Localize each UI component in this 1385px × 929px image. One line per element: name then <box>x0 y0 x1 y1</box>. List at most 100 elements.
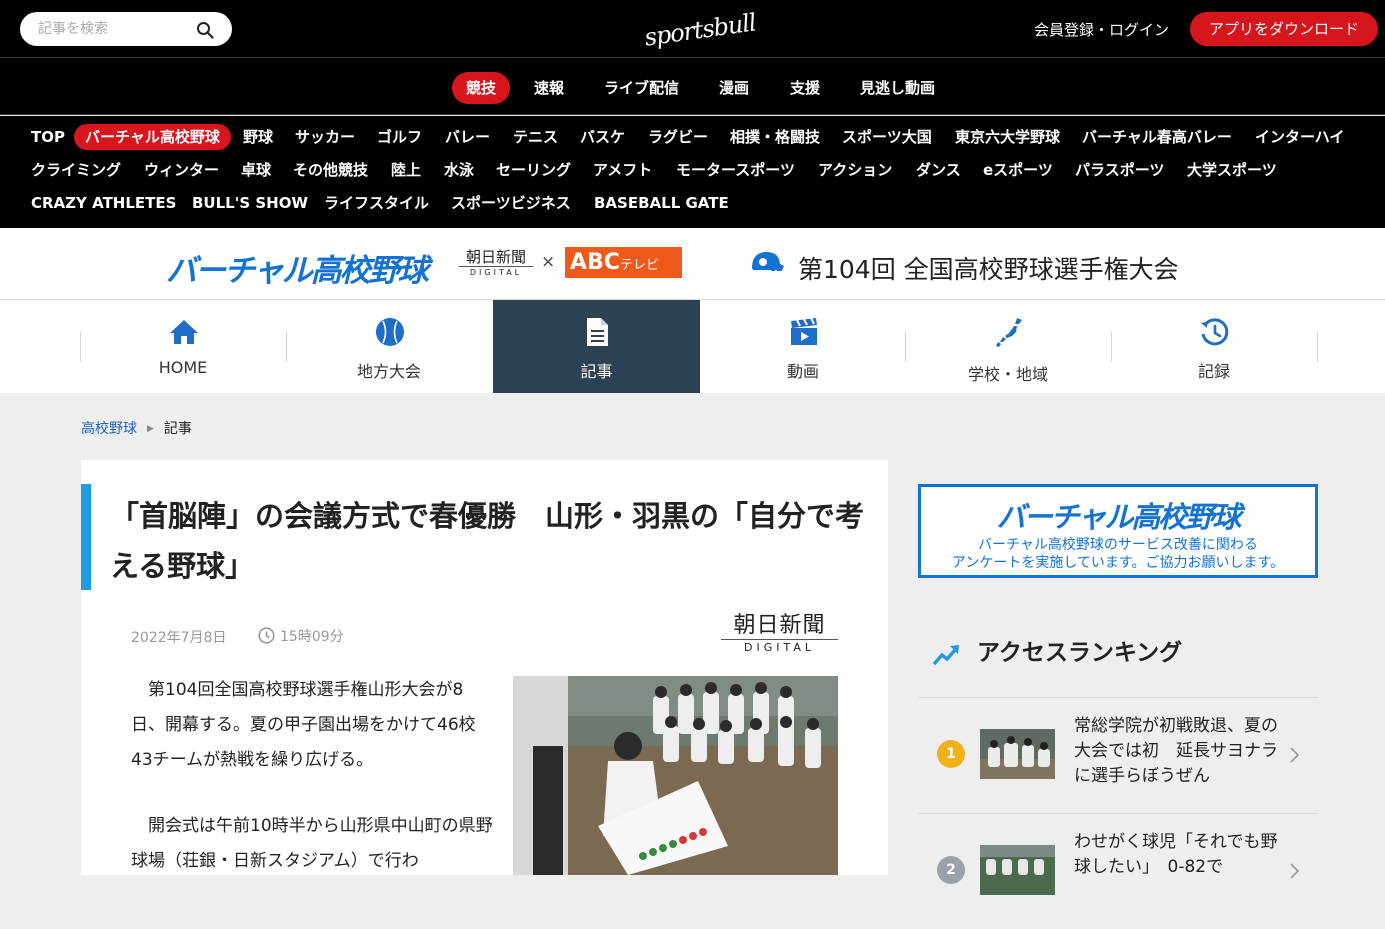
survey-banner-line: バーチャル高校野球のサービス改善に関わる <box>978 537 1258 553</box>
category-item[interactable]: 漫画 <box>705 72 763 104</box>
sports-nav-item[interactable]: セーリング <box>496 157 571 183</box>
article-paragraph: 第104回全国高校野球選手権山形大会が8日、開幕する。夏の甲子園出場をかけて46… <box>131 680 476 770</box>
clock-icon <box>258 627 275 644</box>
ranking-title-text: わせがく球児「それでも野球したい」 0-82で <box>1074 832 1278 877</box>
sports-nav-item[interactable]: 野球 <box>243 124 273 150</box>
tab-articles[interactable]: 記事 <box>493 300 700 393</box>
article-headline: 「首脳陣」の会議方式で春優勝 山形・羽黒の「自分で考える野球」 <box>110 499 865 583</box>
article-body: 第104回全国高校野球選手権山形大会が8日、開幕する。夏の甲子園出場をかけて46… <box>131 673 496 910</box>
home-icon <box>170 320 198 344</box>
sports-nav-item[interactable]: ゴルフ <box>377 124 422 150</box>
source-name: 朝日新聞 <box>733 613 826 638</box>
sportsbull-logo[interactable]: sportsbull <box>638 4 762 56</box>
top-header: sportsbull 会員登録・ログイン アプリをダウンロード <box>0 0 1385 58</box>
tournament-title: 第104回 全国高校野球選手権大会 <box>798 255 1179 284</box>
sports-nav-item[interactable]: 東京六大学野球 <box>955 124 1060 150</box>
ranking-title: アクセスランキング <box>977 640 1183 666</box>
tab-regional[interactable]: 地方大会 <box>286 300 492 393</box>
sports-nav-item[interactable]: 陸上 <box>391 157 421 183</box>
sports-nav-item[interactable]: TOP <box>31 124 65 150</box>
article-time: 15時09分 <box>258 626 344 646</box>
sports-nav-item[interactable]: 大学スポーツ <box>1187 157 1277 183</box>
tab-schools[interactable]: 学校・地域 <box>905 300 1111 393</box>
asahi-logo-sub: DIGITAL <box>459 266 533 278</box>
baseball-helmet-icon <box>752 252 784 271</box>
sports-nav-item[interactable]: バーチャル春高バレー <box>1082 124 1232 150</box>
breadcrumb-arrow-icon: ▶ <box>147 424 154 434</box>
section-nav: HOME 地方大会 記事 動画 学校・地域 記録 <box>0 300 1385 393</box>
sports-nav-item[interactable]: バスケ <box>580 124 625 150</box>
login-link[interactable]: 会員登録・ログイン <box>1034 19 1169 40</box>
sports-nav-item[interactable]: テニス <box>513 124 558 150</box>
sports-nav-item[interactable]: サッカー <box>295 124 355 150</box>
article-date: 2022年7月8日 <box>131 630 227 646</box>
tab-videos[interactable]: 動画 <box>700 300 906 393</box>
headline-accent-bar <box>81 484 91 590</box>
search-input[interactable] <box>38 19 198 39</box>
trending-up-icon <box>932 645 959 666</box>
sports-nav-item[interactable]: 相撲・格闘技 <box>730 124 820 150</box>
category-item[interactable]: 見逃し動画 <box>846 72 949 104</box>
sports-nav-item[interactable]: スポーツビジネス <box>451 190 571 216</box>
sports-nav-item[interactable]: アメフト <box>593 157 652 183</box>
search-icon[interactable] <box>196 21 214 39</box>
category-item[interactable]: 速報 <box>520 72 578 104</box>
app-download-button[interactable]: アプリをダウンロード <box>1190 12 1378 46</box>
sports-nav-item[interactable]: BULL'S SHOW <box>192 190 308 216</box>
tab-home[interactable]: HOME <box>80 300 286 393</box>
category-item[interactable]: 支援 <box>776 72 834 104</box>
sports-nav-item[interactable]: モータースポーツ <box>676 157 795 183</box>
category-item[interactable]: ライブ配信 <box>590 72 693 104</box>
history-icon <box>1201 318 1229 346</box>
survey-banner-title: バーチャル高校野球 <box>996 500 1242 534</box>
category-item[interactable]: 競技 <box>452 72 511 104</box>
tab-label: 地方大会 <box>356 362 421 381</box>
sports-nav-item[interactable]: BASEBALL GATE <box>594 190 729 216</box>
rank-number: 1 <box>937 740 965 768</box>
sports-nav-item[interactable]: アクション <box>818 157 892 183</box>
chevron-right-icon <box>1290 747 1300 763</box>
breadcrumb-parent-link[interactable]: 高校野球 <box>81 421 137 437</box>
sports-nav-item[interactable]: eスポーツ <box>983 157 1053 183</box>
sports-nav-item[interactable]: クライミング <box>31 157 121 183</box>
sports-nav-item[interactable]: ライフスタイル <box>324 190 429 216</box>
breadcrumb: 高校野球 ▶ 記事 <box>81 418 192 438</box>
survey-banner[interactable]: バーチャル高校野球 バーチャル高校野球のサービス改善に関わる アンケートを実施し… <box>918 484 1318 578</box>
abc-logo-tv: テレビ <box>619 258 659 273</box>
sports-nav-item[interactable]: ラグビー <box>648 124 708 150</box>
category-nav: 競技 速報 ライブ配信 漫画 支援 見逃し動画 <box>0 58 1385 115</box>
rank-number: 2 <box>937 856 965 884</box>
tab-records[interactable]: 記録 <box>1111 300 1317 393</box>
abc-tv-logo: ABCテレビ <box>565 247 682 278</box>
cross-mark: × <box>541 252 556 272</box>
baseball-icon <box>376 318 404 346</box>
sports-nav-item[interactable]: インターハイ <box>1255 124 1344 150</box>
sports-nav-item[interactable]: バレー <box>445 124 490 150</box>
tab-label: 記録 <box>1197 362 1230 381</box>
sports-nav-item[interactable]: バーチャル高校野球 <box>74 124 231 150</box>
article-card: 「首脳陣」の会議方式で春優勝 山形・羽黒の「自分で考える野球」 2022年7月8… <box>81 460 888 875</box>
article-paragraph: 開会式は午前10時半から山形県中山町の県野球場（荘銀・日新スタジアム）で行わ <box>131 816 493 871</box>
sports-nav-item[interactable]: その他競技 <box>293 157 368 183</box>
sports-nav-item[interactable]: CRAZY ATHLETES <box>31 190 176 216</box>
sports-nav-item[interactable]: ダンス <box>916 157 961 183</box>
document-icon <box>587 318 608 346</box>
sports-nav-item[interactable]: 卓球 <box>241 157 271 183</box>
ranking-item[interactable]: 2 わせがく球児「それでも野球したい」 0-82で <box>918 814 1318 929</box>
virtual-koshien-banner[interactable]: バーチャル高校野球 朝日新聞 DIGITAL × ABCテレビ 第104回 全国… <box>0 228 1385 300</box>
source-sub: DIGITAL <box>721 639 838 656</box>
sports-nav-item[interactable]: 水泳 <box>444 157 474 183</box>
asahi-logo-name: 朝日新聞 <box>465 248 526 266</box>
sports-nav-item[interactable]: パラスポーツ <box>1075 157 1164 183</box>
article-time-text: 15時09分 <box>280 629 344 645</box>
sports-nav-item[interactable]: ウィンター <box>144 157 219 183</box>
sports-nav-item[interactable]: スポーツ大国 <box>842 124 932 150</box>
virtual-koshien-logo: バーチャル高校野球 <box>166 253 429 289</box>
chevron-right-icon <box>1290 863 1300 879</box>
search-box <box>20 12 232 46</box>
japan-map-icon <box>996 318 1022 347</box>
tab-label: 動画 <box>786 362 819 381</box>
breadcrumb-current: 記事 <box>163 421 192 437</box>
article-photo[interactable] <box>513 676 838 875</box>
ranking-item[interactable]: 1 常総学院が初戦敗退、夏の大会では初 延長サヨナラに選手らぼうぜん <box>918 698 1318 813</box>
